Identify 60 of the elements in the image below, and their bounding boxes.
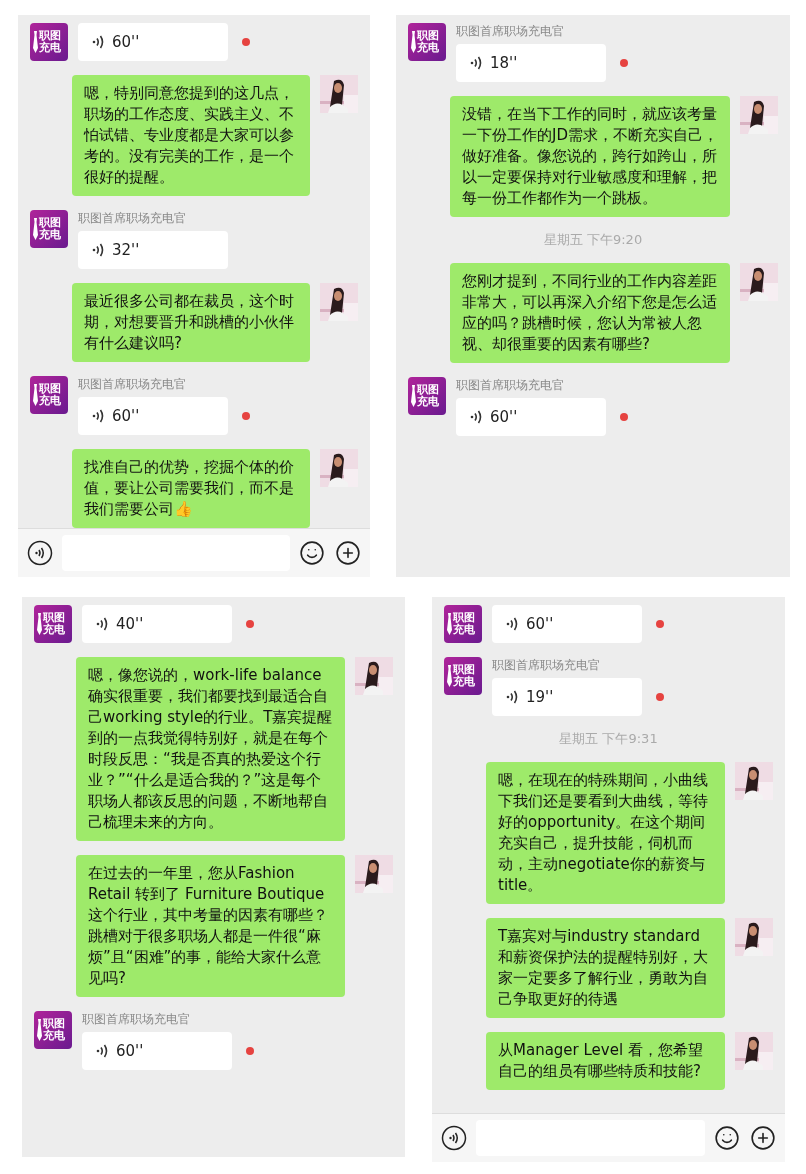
logo-avatar: 职图 充电 bbox=[30, 23, 68, 61]
logo-avatar: 职图 充电 bbox=[408, 23, 446, 61]
tie-icon bbox=[411, 385, 416, 407]
voice-icon bbox=[92, 34, 106, 50]
voice-icon bbox=[92, 242, 106, 258]
message-bubble: 您刚才提到，不同行业的工作内容差距非常大，可以再深入介绍下您是怎么适应的吗？跳槽时候，您认为常被人忽视、却很重要的因素有哪些? bbox=[450, 263, 730, 363]
message-bubble: 在过去的一年里，您从Fashion Retail 转到了 Furniture Boutique这个行业，其中考量的因素有哪些？跳槽对于很多职场人都是一件很“麻烦”且“困难”的事，能给大家什么意见吗? bbox=[76, 855, 345, 997]
voice-message[interactable]: 60'' bbox=[456, 398, 606, 436]
voice-message[interactable]: 60'' bbox=[82, 1032, 232, 1070]
tie-icon bbox=[37, 613, 42, 635]
message-bubble: 没错，在当下工作的同时，就应该考量一下份工作的JD需求，不断充实自己，做好准备。像您说的，跨行如跨山，所以一定要保持对行业敏感度和理解，把每一份工作都作为一个跳板。 bbox=[450, 96, 730, 217]
message-bubble: 嗯，特别同意您提到的这几点，职场的工作态度、实践主义、不怕试错、专业度都是大家可以参考的。没有完美的工作，是一个很好的提醒。 bbox=[72, 75, 310, 196]
voice-icon bbox=[96, 616, 110, 632]
plus-button[interactable] bbox=[334, 539, 362, 567]
sender-name: 职图首席职场充电官 bbox=[456, 377, 565, 394]
voice-message[interactable]: 40'' bbox=[82, 605, 232, 643]
logo-avatar: 职图 充电 bbox=[34, 1011, 72, 1049]
message-bubble: 最近很多公司都在裁员，这个时期，对想要晋升和跳槽的小伙伴有什么建议吗? bbox=[72, 283, 310, 362]
message-bubble: T嘉宾对与industry standard和薪资保护法的提醒特别好，大家一定要多了解行业，勇敢为自己争取更好的待遇 bbox=[486, 918, 725, 1018]
tie-icon bbox=[33, 31, 38, 53]
voice-icon bbox=[506, 616, 520, 632]
tie-icon bbox=[447, 665, 452, 687]
logo-avatar: 职图 充电 bbox=[30, 210, 68, 248]
voice-icon bbox=[470, 409, 484, 425]
sender-name: 职图首席职场充电官 bbox=[456, 23, 565, 40]
tie-icon bbox=[447, 613, 452, 635]
logo-avatar: 职图 充电 bbox=[30, 376, 68, 414]
message-bubble: 找准自己的优势，挖掘个体的价值，要让公司需要我们，而不是我们需要公司👍 bbox=[72, 449, 310, 528]
logo-avatar: 职图 充电 bbox=[408, 377, 446, 415]
message-bubble: 嗯，在现在的特殊期间，小曲线下我们还是要看到大曲线，等待好的opportunity。在这个期间充实自己，提升技能，伺机而动，主动negotiate你的薪资与title。 bbox=[486, 762, 725, 904]
logo-avatar: 职图 充电 bbox=[444, 605, 482, 643]
sender-name: 职图首席职场充电官 bbox=[82, 1011, 191, 1028]
plus-button[interactable] bbox=[749, 1124, 777, 1152]
tie-icon bbox=[33, 384, 38, 406]
voice-input-button[interactable] bbox=[26, 539, 54, 567]
voice-icon bbox=[92, 408, 106, 424]
voice-icon bbox=[506, 689, 520, 705]
voice-message[interactable]: 60'' bbox=[78, 397, 228, 435]
logo-avatar: 职图 充电 bbox=[444, 657, 482, 695]
voice-message[interactable]: 60'' bbox=[78, 23, 228, 61]
emoji-button[interactable] bbox=[713, 1124, 741, 1152]
sender-name: 职图首席职场充电官 bbox=[492, 657, 601, 674]
timestamp: 星期五 下午9:20 bbox=[543, 231, 643, 249]
message-bubble: 从Manager Level 看，您希望自己的组员有哪些特质和技能? bbox=[486, 1032, 725, 1090]
voice-message[interactable]: 60'' bbox=[492, 605, 642, 643]
tie-icon bbox=[33, 218, 38, 240]
tie-icon bbox=[37, 1019, 42, 1041]
timestamp: 星期五 下午9:31 bbox=[559, 730, 658, 748]
voice-input-button[interactable] bbox=[440, 1124, 468, 1152]
sender-name: 职图首席职场充电官 bbox=[78, 376, 187, 393]
voice-icon bbox=[470, 55, 484, 71]
message-bubble: 嗯，像您说的，work-life balance确实很重要，我们都要找到最适合自己working style的行业。T嘉宾提醒到的一点我觉得特别好，就是在每个时段反思：“我是否真的热爱这个行业？”“什么是适合我的？”这是每个职场人都该反思的问题，不断地帮自己梳理未来的方向。 bbox=[76, 657, 345, 841]
voice-icon bbox=[96, 1043, 110, 1059]
voice-message[interactable]: 32'' bbox=[78, 231, 228, 269]
voice-message[interactable]: 19'' bbox=[492, 678, 642, 716]
voice-message[interactable]: 18'' bbox=[456, 44, 606, 82]
tie-icon bbox=[411, 31, 416, 53]
sender-name: 职图首席职场充电官 bbox=[78, 210, 187, 227]
logo-avatar: 职图 充电 bbox=[34, 605, 72, 643]
emoji-button[interactable] bbox=[298, 539, 326, 567]
